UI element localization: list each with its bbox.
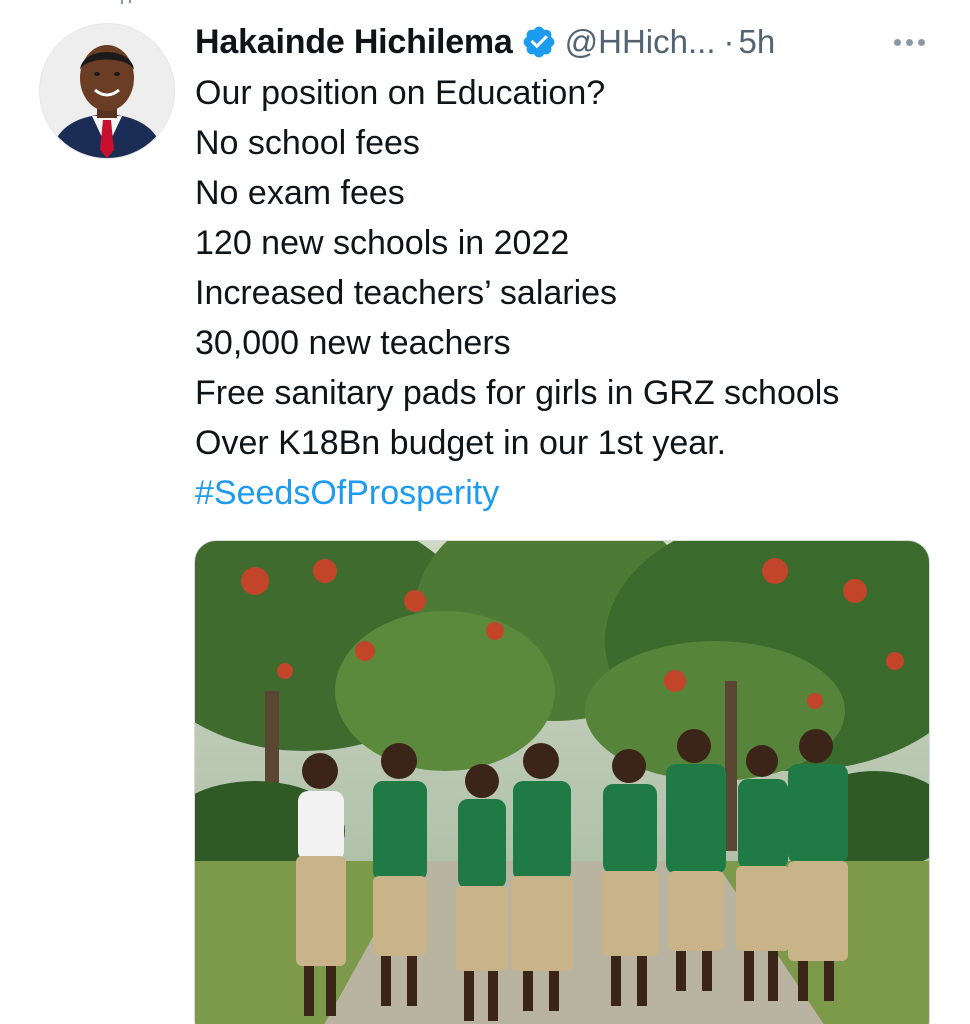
tweet-line: Over K18Bn budget in our 1st year. <box>195 424 727 462</box>
verified-badge-icon <box>521 24 557 60</box>
author-avatar[interactable] <box>40 24 174 158</box>
tweet-line: Increased teachers’ salaries <box>195 274 618 312</box>
tweet-body: Hakainde Hichilema @HHich... · 5h Our po… <box>195 14 955 518</box>
tweet-text: Our position on Education? No school fee… <box>195 68 955 518</box>
tweet-line: Free sanitary pads for girls in GRZ scho… <box>195 374 840 412</box>
author-name[interactable]: Hakainde Hichilema <box>195 23 513 62</box>
cropped-reply-line <box>121 0 131 4</box>
tweet-timestamp[interactable]: 5h <box>739 23 776 61</box>
hashtag-link[interactable]: #SeedsOfProsperity <box>195 468 955 518</box>
tweet-line: 120 new schools in 2022 <box>195 224 570 262</box>
tweet-screenshot: Hakainde Hichilema @HHich... · 5h Our po… <box>0 0 970 1024</box>
tweet-line: No school fees <box>195 124 420 162</box>
avatar-photo <box>40 24 174 158</box>
separator-dot: · <box>723 23 735 60</box>
author-handle[interactable]: @HHich... <box>565 23 716 61</box>
tweet-line: 30,000 new teachers <box>195 324 511 362</box>
tweet-line: No exam fees <box>195 174 405 212</box>
tweet-header: Hakainde Hichilema @HHich... · 5h <box>195 14 955 70</box>
tweet-line: Our position on Education? <box>195 74 606 112</box>
students-photo <box>195 541 929 1024</box>
tweet-media-image[interactable] <box>194 540 930 1024</box>
more-options-icon[interactable] <box>894 32 925 52</box>
